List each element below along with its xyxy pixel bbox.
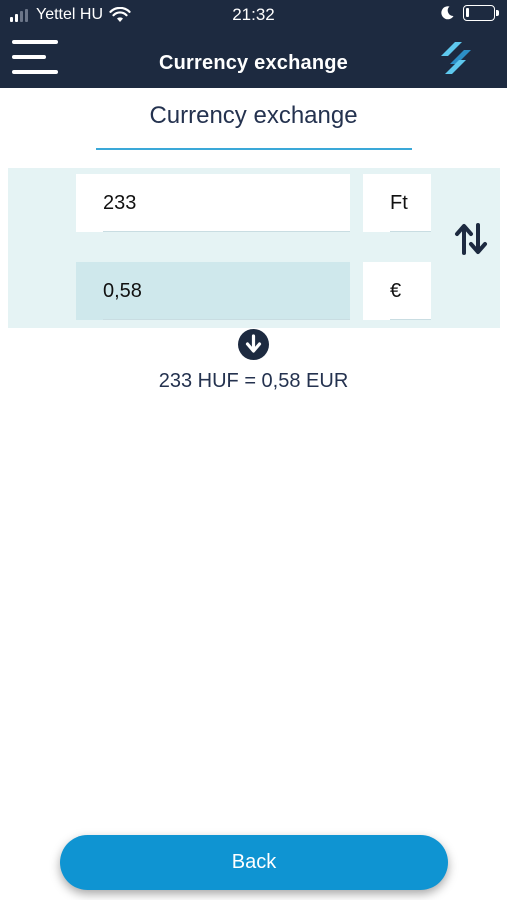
to-amount-input[interactable]: 0,58 [76, 262, 350, 320]
to-currency-select[interactable]: € [363, 262, 431, 320]
from-amount-value: 233 [103, 192, 137, 214]
exchange-panel: 233 Ft 0,58 € [8, 168, 500, 328]
navigation-bar: Currency exchange [0, 30, 507, 88]
moon-icon [441, 6, 454, 20]
back-button[interactable]: Back [60, 835, 448, 890]
title-divider [96, 148, 412, 150]
battery-icon [463, 5, 499, 21]
conversion-result: 233 HUF = 0,58 EUR [158, 370, 349, 392]
status-right [439, 5, 499, 21]
swap-arrows-icon[interactable] [454, 222, 488, 256]
from-currency-select[interactable]: Ft [363, 174, 431, 232]
page-title: Currency exchange [149, 102, 358, 129]
arrow-down-circle-icon [238, 329, 269, 360]
to-amount-value: 0,58 [103, 280, 142, 302]
from-amount-input[interactable]: 233 [76, 174, 350, 232]
nav-title: Currency exchange [158, 52, 349, 74]
status-time: 21:32 [232, 5, 275, 24]
status-bar: Yettel HU 21:32 [0, 0, 507, 30]
to-currency-value: € [390, 280, 402, 302]
app-logo-icon [441, 42, 471, 74]
from-currency-value: Ft [390, 192, 408, 214]
